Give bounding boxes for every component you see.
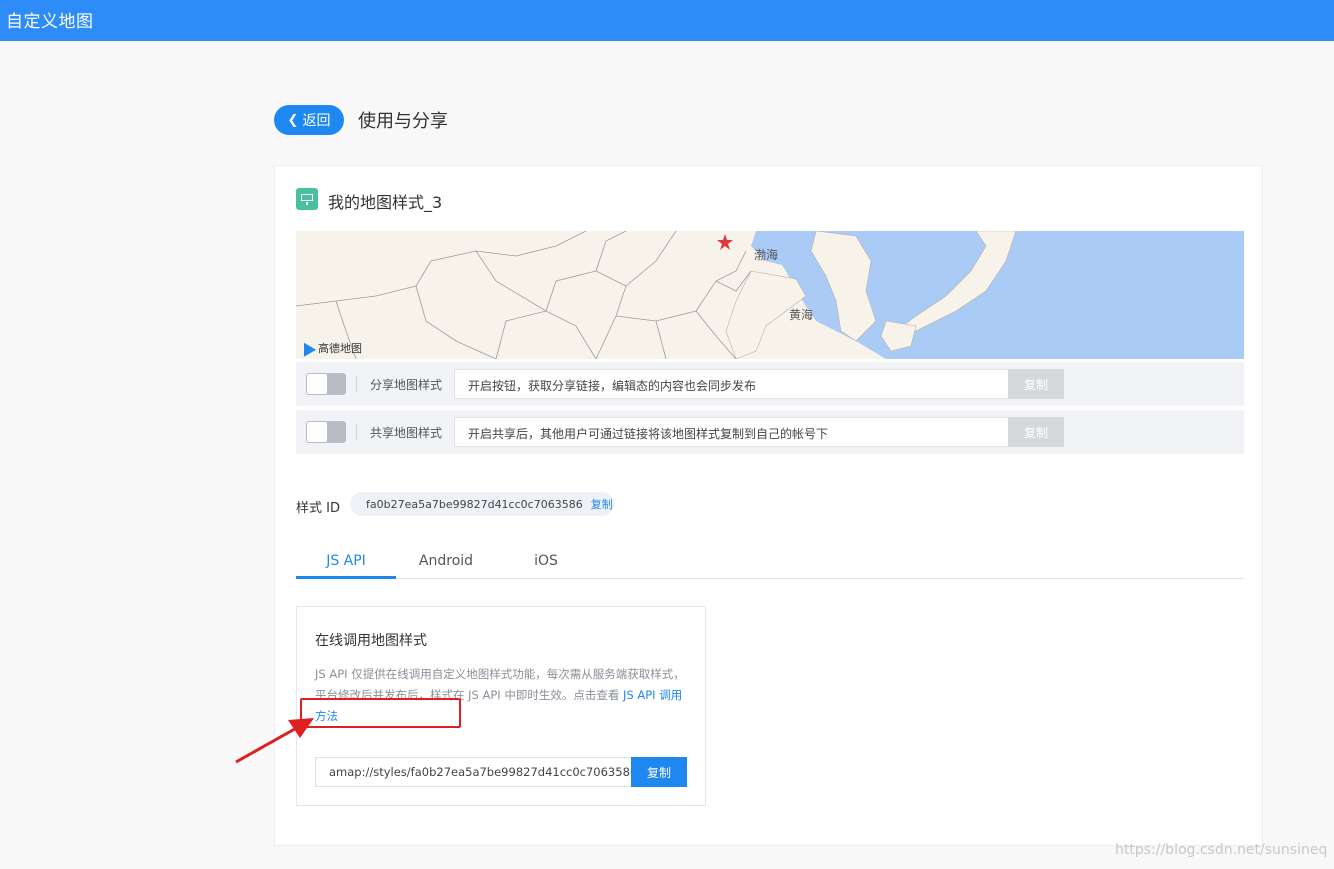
divider [356, 376, 357, 392]
style-card: 我的地图样式_3 渤海 黄海 高德地图 分享地图样式 开启按钮，获取分享链接，编… [274, 165, 1263, 846]
back-button[interactable]: ❮ 返回 [274, 105, 344, 135]
monitor-icon [296, 188, 318, 210]
share-label: 分享地图样式 [370, 378, 443, 392]
back-button-label: 返回 [302, 113, 331, 129]
share-toggle[interactable] [306, 373, 346, 395]
tab-js-api[interactable]: JS API [296, 553, 396, 569]
divider [356, 424, 357, 440]
chevron-left-icon: ❮ [287, 112, 299, 128]
style-url-field[interactable]: amap://styles/fa0b27ea5a7be99827d41cc0c7… [315, 757, 637, 787]
navigation-arrow-icon [297, 339, 317, 357]
share-link-field[interactable]: 开启按钮，获取分享链接，编辑态的内容也会同步发布 [454, 369, 1009, 399]
active-tab-indicator [296, 576, 396, 579]
annotation-highlight-box [300, 698, 461, 728]
public-share-label: 共享地图样式 [370, 426, 443, 440]
app-brand: 自定义地图 [6, 12, 94, 32]
api-panel-heading: 在线调用地图样式 [315, 633, 427, 649]
tab-android[interactable]: Android [396, 553, 496, 569]
public-share-copy-button[interactable]: 复制 [1008, 417, 1064, 447]
share-copy-button[interactable]: 复制 [1008, 369, 1064, 399]
tab-ios[interactable]: iOS [496, 553, 596, 569]
annotation-arrow-icon [235, 718, 314, 764]
style-id-pill: fa0b27ea5a7be99827d41cc0c7063586 复制 [350, 492, 614, 516]
public-share-row: 共享地图样式 开启共享后，其他用户可通过链接将该地图样式复制到自己的帐号下 复制 [296, 410, 1244, 454]
page-title: 使用与分享 [358, 111, 448, 132]
public-share-toggle[interactable] [306, 421, 346, 443]
map-preview[interactable]: 渤海 黄海 高德地图 [296, 231, 1244, 359]
map-logo-text: 高德地图 [318, 342, 362, 355]
map-logo: 高德地图 [297, 339, 362, 357]
platform-tabs: JS API Android iOS [296, 548, 1244, 579]
style-id-copy-link[interactable]: 复制 [591, 496, 613, 512]
style-name: 我的地图样式_3 [328, 193, 443, 212]
public-share-field[interactable]: 开启共享后，其他用户可通过链接将该地图样式复制到自己的帐号下 [454, 417, 1009, 447]
style-id-label: 样式 ID [296, 501, 340, 516]
map-label: 渤海 [754, 248, 779, 262]
top-bar: 自定义地图 [0, 0, 1334, 41]
map-label: 黄海 [789, 308, 814, 322]
watermark: https://blog.csdn.net/sunsineq [1115, 842, 1328, 858]
style-url-copy-button[interactable]: 复制 [631, 757, 687, 787]
style-id-value: fa0b27ea5a7be99827d41cc0c7063586 [366, 497, 583, 511]
share-row: 分享地图样式 开启按钮，获取分享链接，编辑态的内容也会同步发布 复制 [296, 362, 1244, 406]
